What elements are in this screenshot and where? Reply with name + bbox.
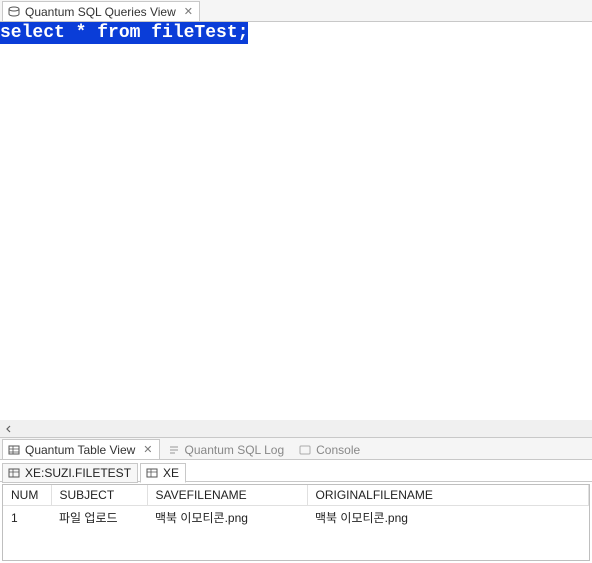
tab-quantum-sql-queries[interactable]: Quantum SQL Queries View ✕ <box>2 1 200 21</box>
view-label: Console <box>316 443 360 457</box>
close-icon[interactable]: ✕ <box>184 5 193 18</box>
view-label: Quantum SQL Log <box>185 443 285 457</box>
scroll-left-icon[interactable] <box>0 420 17 437</box>
tab-label: Quantum SQL Queries View <box>25 5 176 19</box>
sql-text-selected: select * from fileTest; <box>0 22 248 44</box>
results-table: NUM SUBJECT SAVEFILENAME ORIGINALFILENAM… <box>3 485 589 529</box>
table-icon <box>7 443 21 457</box>
scroll-track[interactable] <box>17 420 592 437</box>
bottom-views-tabbar: Quantum Table View ✕ Quantum SQL Log Con… <box>0 438 592 460</box>
console-icon <box>298 443 312 457</box>
cell-savefilename: 맥북 이모티콘.png <box>147 506 307 530</box>
cell-originalfilename: 맥북 이모티콘.png <box>307 506 589 530</box>
col-savefilename[interactable]: SAVEFILENAME <box>147 485 307 506</box>
cell-subject: 파일 업로드 <box>51 506 147 530</box>
col-originalfilename[interactable]: ORIGINALFILENAME <box>307 485 589 506</box>
col-subject[interactable]: SUBJECT <box>51 485 147 506</box>
horizontal-scrollbar[interactable] <box>0 420 592 437</box>
cell-num: 1 <box>3 506 51 530</box>
view-label: Quantum Table View <box>25 443 135 457</box>
sql-query-pane: Quantum SQL Queries View ✕ select * from… <box>0 0 592 438</box>
result-subtabs: XE:SUZI.FILETEST XE <box>0 460 592 482</box>
top-tabbar: Quantum SQL Queries View ✕ <box>0 0 592 22</box>
table-icon <box>7 466 21 480</box>
sql-editor[interactable]: select * from fileTest; <box>0 22 592 420</box>
tab-quantum-sql-log[interactable]: Quantum SQL Log <box>162 439 292 459</box>
subtab-xe-suzi-filetest[interactable]: XE:SUZI.FILETEST <box>2 463 138 483</box>
results-table-container: NUM SUBJECT SAVEFILENAME ORIGINALFILENAM… <box>2 484 590 561</box>
close-icon[interactable]: ✕ <box>143 443 152 456</box>
subtab-label: XE <box>163 466 179 480</box>
db-query-icon <box>7 5 21 19</box>
subtab-label: XE:SUZI.FILETEST <box>25 466 131 480</box>
table-row[interactable]: 1 파일 업로드 맥북 이모티콘.png 맥북 이모티콘.png <box>3 506 589 530</box>
tab-console[interactable]: Console <box>293 439 367 459</box>
log-icon <box>167 443 181 457</box>
col-num[interactable]: NUM <box>3 485 51 506</box>
subtab-xe[interactable]: XE <box>140 463 186 483</box>
table-header-row: NUM SUBJECT SAVEFILENAME ORIGINALFILENAM… <box>3 485 589 506</box>
tab-quantum-table-view[interactable]: Quantum Table View ✕ <box>2 439 160 459</box>
table-icon <box>145 466 159 480</box>
results-pane: Quantum Table View ✕ Quantum SQL Log Con… <box>0 438 592 563</box>
